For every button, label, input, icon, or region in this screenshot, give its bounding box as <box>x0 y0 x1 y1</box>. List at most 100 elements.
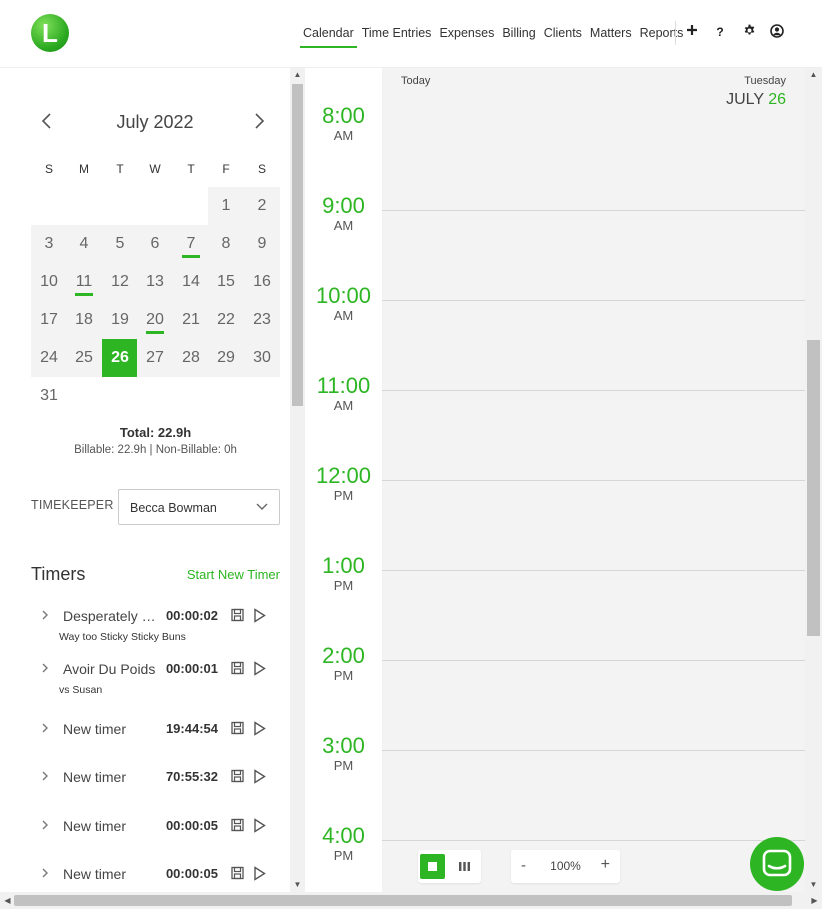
calendar-day[interactable]: 29 <box>208 339 244 377</box>
today-label[interactable]: Today <box>401 75 430 87</box>
empty-day-cell <box>244 377 280 415</box>
hour-time: 1:00 <box>322 553 365 578</box>
calendar-day[interactable]: 24 <box>31 339 67 377</box>
day-number: 25 <box>75 349 93 366</box>
bottom-scrollbar[interactable]: ◀ ▶ <box>0 892 822 909</box>
day-number: 28 <box>182 349 200 366</box>
play-icon[interactable] <box>253 661 267 677</box>
timer-name[interactable]: New timer <box>63 721 158 737</box>
calendar-day[interactable]: 11 <box>66 263 102 301</box>
right-scrollbar[interactable]: ▲ ▼ <box>805 68 822 892</box>
calendar-day[interactable]: 31 <box>31 377 67 415</box>
calendar-day-view[interactable]: 8:00 AM 9:00 AM 10:00 AM 11:00 AM 12:00 PM 1:00 PM 2… <box>305 68 805 892</box>
timer-name[interactable]: New timer <box>63 818 158 834</box>
calendar-day[interactable]: 25 <box>66 339 102 377</box>
calendar-day[interactable]: 28 <box>173 339 209 377</box>
calendar-day[interactable]: 12 <box>102 263 138 301</box>
calendar-day[interactable]: 17 <box>31 301 67 339</box>
bottom-scrollbar-thumb[interactable] <box>14 895 792 906</box>
chevron-right-icon[interactable] <box>40 769 54 785</box>
calendar-day[interactable]: 2 <box>244 187 280 225</box>
scroll-down-icon[interactable]: ▼ <box>806 878 821 892</box>
scroll-right-icon[interactable]: ▶ <box>807 894 822 908</box>
right-scrollbar-thumb[interactable] <box>807 340 820 636</box>
day-number: 24 <box>40 349 58 366</box>
nav-matters[interactable]: Matters <box>587 22 635 48</box>
timer-name[interactable]: Avoir Du Poids <box>63 661 158 677</box>
left-scrollbar-thumb[interactable] <box>292 84 303 406</box>
scroll-up-icon[interactable]: ▲ <box>806 68 821 82</box>
calendar-day[interactable]: 10 <box>31 263 67 301</box>
calendar-day[interactable]: 22 <box>208 301 244 339</box>
save-icon[interactable] <box>231 661 245 677</box>
calendar-day[interactable]: 23 <box>244 301 280 339</box>
chat-launcher-button[interactable] <box>750 837 804 891</box>
logo-letter: L <box>42 18 58 48</box>
play-icon[interactable] <box>253 608 267 624</box>
calendar-day[interactable]: 5 <box>102 225 138 263</box>
user-icon[interactable] <box>769 24 785 42</box>
plus-icon[interactable] <box>684 24 700 42</box>
calendar-day[interactable]: 3 <box>31 225 67 263</box>
nav-time-entries[interactable]: Time Entries <box>359 22 435 48</box>
calendar-day[interactable]: 30 <box>244 339 280 377</box>
chevron-right-icon[interactable] <box>40 866 54 882</box>
hour-divider <box>382 750 805 751</box>
calendar-day[interactable]: 9 <box>244 225 280 263</box>
calendar-day[interactable]: 1 <box>208 187 244 225</box>
timer-name[interactable]: New timer <box>63 866 158 882</box>
calendar-day[interactable]: 14 <box>173 263 209 301</box>
nav-calendar[interactable]: Calendar <box>300 22 357 48</box>
save-icon[interactable] <box>231 818 245 834</box>
left-scrollbar[interactable]: ▲ ▼ <box>290 68 305 892</box>
chevron-right-icon[interactable] <box>40 818 54 834</box>
calendar-day[interactable]: 13 <box>137 263 173 301</box>
calendar-day[interactable]: 6 <box>137 225 173 263</box>
hour-divider <box>382 660 805 661</box>
help-icon[interactable]: ? <box>712 25 728 43</box>
save-icon[interactable] <box>231 866 245 882</box>
calendar-day[interactable]: 18 <box>66 301 102 339</box>
nav-reports[interactable]: Reports <box>637 22 687 48</box>
app-logo[interactable]: L <box>31 14 69 52</box>
scroll-up-icon[interactable]: ▲ <box>290 68 305 82</box>
calendar-day[interactable]: 8 <box>208 225 244 263</box>
calendar-day[interactable]: 20 <box>137 301 173 339</box>
play-icon[interactable] <box>253 721 267 737</box>
gear-icon[interactable] <box>741 24 757 42</box>
calendar-day[interactable]: 26 <box>102 339 138 377</box>
chevron-right-icon[interactable] <box>40 721 54 737</box>
empty-day-cell <box>31 187 67 225</box>
calendar-day[interactable]: 7 <box>173 225 209 263</box>
next-month-icon[interactable] <box>250 112 270 134</box>
chevron-right-icon[interactable] <box>40 661 54 677</box>
play-icon[interactable] <box>253 818 267 834</box>
day-view-button[interactable] <box>420 854 445 879</box>
calendar-day[interactable]: 27 <box>137 339 173 377</box>
empty-day-cell <box>66 377 102 415</box>
calendar-day[interactable]: 19 <box>102 301 138 339</box>
save-icon[interactable] <box>231 721 245 737</box>
play-icon[interactable] <box>253 866 267 882</box>
play-icon[interactable] <box>253 769 267 785</box>
timekeeper-select[interactable]: Becca Bowman <box>118 489 280 525</box>
calendar-day[interactable]: 15 <box>208 263 244 301</box>
timer-name[interactable]: Desperately Seeking Buns <box>63 608 158 624</box>
timer-name[interactable]: New timer <box>63 769 158 785</box>
prev-month-icon[interactable] <box>36 112 56 134</box>
scroll-down-icon[interactable]: ▼ <box>290 878 305 892</box>
zoom-in-button[interactable]: + <box>601 856 610 874</box>
calendar-day[interactable]: 4 <box>66 225 102 263</box>
nav-expenses[interactable]: Expenses <box>436 22 497 48</box>
calendar-day[interactable]: 16 <box>244 263 280 301</box>
nav-billing[interactable]: Billing <box>499 22 538 48</box>
chevron-right-icon[interactable] <box>40 608 54 624</box>
save-icon[interactable] <box>231 769 245 785</box>
calendar-day[interactable]: 21 <box>173 301 209 339</box>
week-view-button[interactable] <box>452 854 477 879</box>
nav-clients[interactable]: Clients <box>541 22 585 48</box>
total-hours: Total: 22.9h <box>119 425 192 440</box>
save-icon[interactable] <box>231 608 245 624</box>
start-new-timer-link[interactable]: Start New Timer <box>187 567 280 582</box>
scroll-left-icon[interactable]: ◀ <box>0 894 15 908</box>
